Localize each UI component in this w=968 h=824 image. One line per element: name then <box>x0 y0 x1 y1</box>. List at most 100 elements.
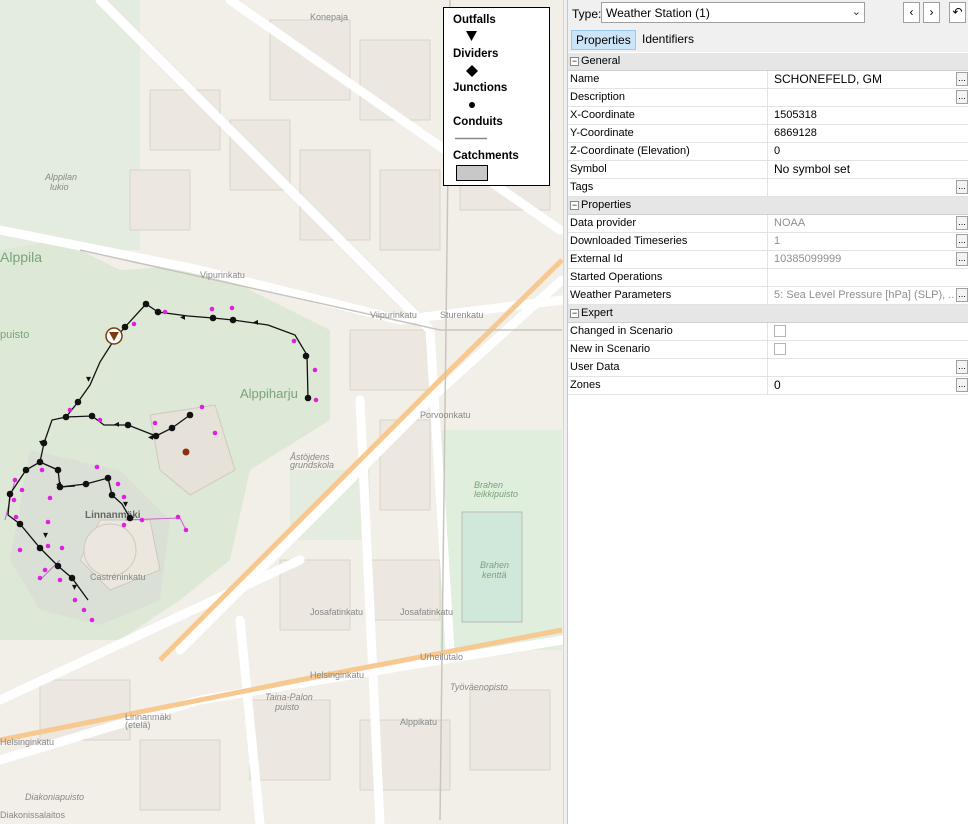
ellipsis-button[interactable]: ... <box>956 72 968 86</box>
property-name: User Data <box>568 359 768 376</box>
svg-text:Alppilan: Alppilan <box>44 172 77 182</box>
collapse-icon[interactable]: − <box>570 201 579 210</box>
svg-text:Sturenkatu: Sturenkatu <box>440 310 484 320</box>
catchment-box-icon <box>456 165 488 181</box>
property-row-new-in-scenario[interactable]: New in Scenario <box>568 341 968 359</box>
property-row-x-coordinate[interactable]: X-Coordinate 1505318 <box>568 107 968 125</box>
ellipsis-button[interactable]: ... <box>956 90 968 104</box>
property-row-tags[interactable]: Tags ... <box>568 179 968 197</box>
ellipsis-button[interactable]: ... <box>956 252 968 266</box>
svg-text:kenttä: kenttä <box>482 570 507 580</box>
tab-properties[interactable]: Properties <box>571 30 636 50</box>
property-value[interactable] <box>774 89 954 106</box>
tab-identifiers[interactable]: Identifiers <box>638 30 698 48</box>
svg-text:▾: ▾ <box>43 530 48 541</box>
property-name: Changed in Scenario <box>568 323 768 340</box>
property-panel: Type: Weather Station (1) ⌄ ‹ › ↶ Proper… <box>567 0 968 824</box>
svg-text:Taina-Palon: Taina-Palon <box>265 692 313 702</box>
svg-text:▾: ▾ <box>123 499 128 510</box>
property-value[interactable]: SCHONEFELD, GM <box>774 71 954 88</box>
property-value[interactable] <box>774 359 954 376</box>
property-name: Weather Parameters <box>568 287 768 304</box>
svg-text:▾: ▾ <box>72 582 77 593</box>
property-name: Started Operations <box>568 269 768 286</box>
svg-text:leikkipuisto: leikkipuisto <box>474 489 518 499</box>
property-row-y-coordinate[interactable]: Y-Coordinate 6869128 <box>568 125 968 143</box>
property-value[interactable]: 1505318 <box>774 107 954 124</box>
ellipsis-button[interactable]: ... <box>956 378 968 392</box>
svg-text:Castréninkatu: Castréninkatu <box>90 572 146 582</box>
ellipsis-button[interactable]: ... <box>956 216 968 230</box>
svg-text:▾: ▾ <box>86 374 91 385</box>
svg-text:Brahen: Brahen <box>480 560 509 570</box>
property-value[interactable] <box>774 179 954 196</box>
property-value[interactable]: 0 <box>774 377 954 394</box>
property-row-symbol[interactable]: Symbol No symbol set <box>568 161 968 179</box>
changed-in-scenario-checkbox[interactable] <box>774 325 786 337</box>
svg-text:(etelä): (etelä) <box>125 720 151 730</box>
property-value: 10385099999 <box>774 253 842 265</box>
property-row-downloaded-timeseries[interactable]: Downloaded Timeseries 1 ... <box>568 233 968 251</box>
property-name: Name <box>568 71 768 88</box>
property-name: Data provider <box>568 215 768 232</box>
svg-text:Diakonissalaitos: Diakonissalaitos <box>0 810 66 820</box>
svg-text:Porvoonkatu: Porvoonkatu <box>420 410 471 420</box>
property-row-data-provider[interactable]: Data provider NOAA ... <box>568 215 968 233</box>
svg-text:Helsinginkatu: Helsinginkatu <box>0 737 54 747</box>
property-name: Tags <box>568 179 768 196</box>
property-name: Z-Coordinate (Elevation) <box>568 143 768 160</box>
ellipsis-button[interactable]: ... <box>956 360 968 374</box>
property-value[interactable]: 0 <box>774 143 954 160</box>
svg-text:◂: ◂ <box>253 317 258 328</box>
property-value[interactable]: 6869128 <box>774 125 954 142</box>
category-general[interactable]: − General <box>568 53 968 71</box>
svg-text:Josafatinkatu: Josafatinkatu <box>310 607 363 617</box>
property-row-zones[interactable]: Zones 0 ... <box>568 377 968 395</box>
previous-button[interactable]: ‹ <box>903 2 920 23</box>
legend-junctions-label: Junctions <box>453 82 508 94</box>
svg-text:Alppiharju: Alppiharju <box>240 386 298 401</box>
category-label: General <box>581 55 621 67</box>
category-properties[interactable]: − Properties <box>568 197 968 215</box>
divider-diamond-icon <box>466 65 478 77</box>
property-name: External Id <box>568 251 768 268</box>
collapse-icon[interactable]: − <box>570 57 579 66</box>
property-row-description[interactable]: Description ... <box>568 89 968 107</box>
property-value[interactable]: No symbol set <box>774 161 954 178</box>
property-row-started-operations[interactable]: Started Operations <box>568 269 968 287</box>
type-bar: Type: Weather Station (1) ⌄ ‹ › ↶ <box>568 0 968 27</box>
category-label: Properties <box>581 199 632 211</box>
property-row-external-id[interactable]: External Id 10385099999 ... <box>568 251 968 269</box>
property-row-changed-in-scenario[interactable]: Changed in Scenario <box>568 323 968 341</box>
category-label: Expert <box>581 307 613 319</box>
type-label: Type: <box>572 7 602 21</box>
map-legend: Outfalls Dividers Junctions Conduits Cat… <box>443 7 550 186</box>
svg-text:puisto: puisto <box>274 702 299 712</box>
svg-text:Alppikatu: Alppikatu <box>400 717 437 727</box>
outfall-triangle-icon <box>466 31 477 41</box>
property-row-weather-parameters[interactable]: Weather Parameters 5: Sea Level Pressure… <box>568 287 968 305</box>
map-view[interactable]: Konepaja Alppilan lukio Alppila Alppihar… <box>0 0 563 824</box>
property-row-name[interactable]: Name SCHONEFELD, GM ... <box>568 71 968 89</box>
ellipsis-button[interactable]: ... <box>956 234 968 248</box>
category-expert[interactable]: − Expert <box>568 305 968 323</box>
next-button[interactable]: › <box>923 2 940 23</box>
ellipsis-button[interactable]: ... <box>956 180 968 194</box>
svg-text:◂: ◂ <box>180 312 185 323</box>
new-in-scenario-checkbox[interactable] <box>774 343 786 355</box>
undo-button[interactable]: ↶ <box>949 2 966 23</box>
property-name: Symbol <box>568 161 768 178</box>
ellipsis-button[interactable]: ... <box>956 288 968 302</box>
property-value: 5: Sea Level Pressure [hPa] (SLP), ... <box>774 289 954 301</box>
property-row-user-data[interactable]: User Data ... <box>568 359 968 377</box>
property-name: New in Scenario <box>568 341 768 358</box>
legend-dividers-label: Dividers <box>453 48 499 60</box>
svg-text:lukio: lukio <box>50 182 69 192</box>
property-value: 1 <box>774 235 781 247</box>
property-name: X-Coordinate <box>568 107 768 124</box>
property-value <box>774 269 954 286</box>
type-select[interactable]: Weather Station (1) ⌄ <box>601 2 865 23</box>
property-row-z-coordinate[interactable]: Z-Coordinate (Elevation) 0 <box>568 143 968 161</box>
collapse-icon[interactable]: − <box>570 309 579 318</box>
property-grid: − General Name SCHONEFELD, GM ... Descri… <box>568 53 968 395</box>
